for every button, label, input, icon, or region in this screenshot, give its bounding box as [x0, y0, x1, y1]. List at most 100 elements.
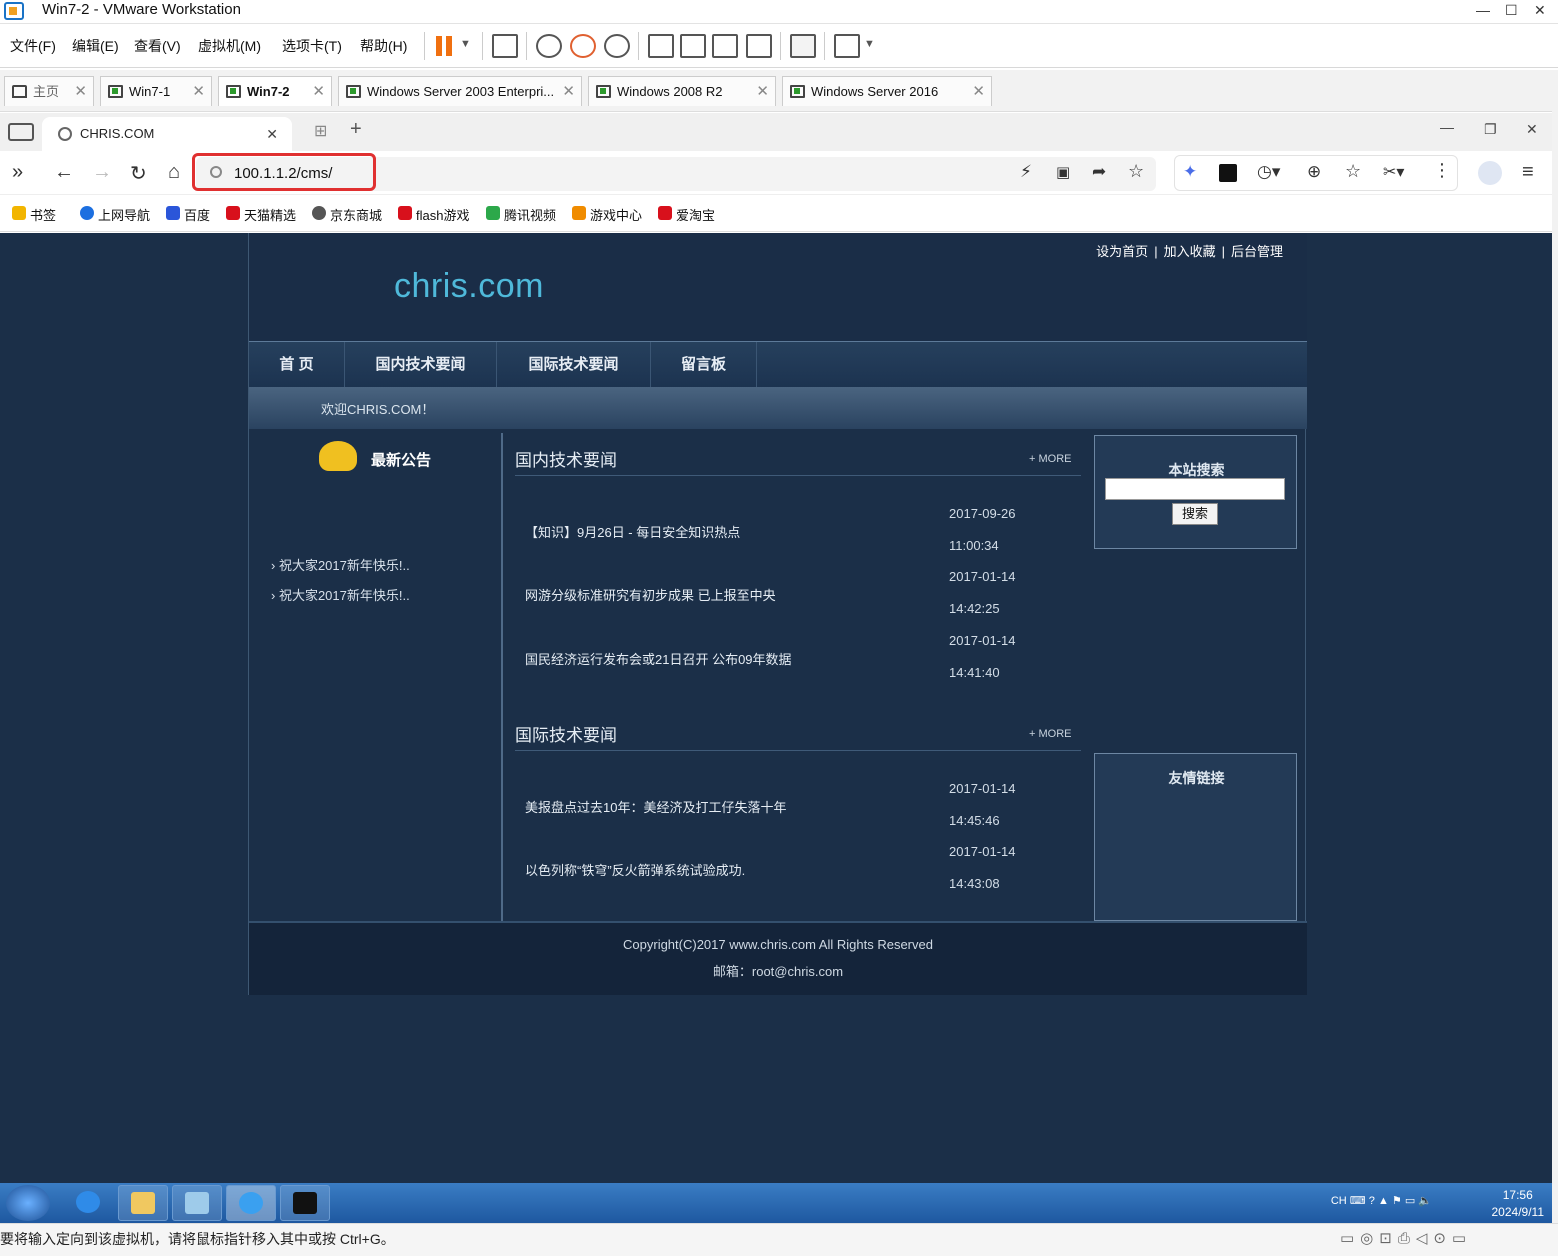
browser-tab[interactable]: CHRIS.COM ✕ [42, 117, 292, 151]
tab-home[interactable]: 主页 ✕ [4, 76, 94, 106]
library-icon[interactable] [648, 34, 674, 58]
set-home-link[interactable]: 设为首页 [1096, 244, 1148, 259]
taskbar-ie[interactable] [64, 1185, 114, 1221]
reader-icon[interactable]: ▣ [1056, 163, 1070, 181]
nav-international[interactable]: 国际技术要闻 [497, 342, 651, 388]
extension-icon[interactable] [1219, 164, 1237, 182]
help-icon[interactable]: ? [1369, 1195, 1375, 1207]
nav-home[interactable]: 首 页 [249, 342, 345, 388]
maximize-icon[interactable]: ☐ [1505, 2, 1518, 19]
history-icon[interactable]: ◷▾ [1257, 162, 1280, 182]
menu-icon[interactable]: ≡ [1522, 161, 1534, 184]
menu-vm[interactable]: 虚拟机(M) [198, 36, 261, 56]
news-item[interactable]: 国民经济运行发布会或21日召开 公布09年数据 [525, 649, 792, 668]
add-favorite-link[interactable]: 加入收藏 [1164, 244, 1216, 259]
double-chevron-icon[interactable]: » [12, 161, 23, 184]
close-tab-icon[interactable]: ✕ [972, 77, 985, 106]
search-input[interactable] [1105, 478, 1285, 500]
share-icon[interactable]: ➦ [1092, 162, 1106, 182]
admin-link[interactable]: 后台管理 [1231, 244, 1283, 259]
close-tab-icon[interactable]: ✕ [312, 77, 325, 106]
bookmark-item[interactable]: 书签 [12, 205, 56, 224]
taskbar-cmd[interactable] [280, 1185, 330, 1221]
nav-domestic[interactable]: 国内技术要闻 [345, 342, 497, 388]
sidebar-toggle-icon[interactable] [8, 123, 34, 141]
network-tray-icon[interactable]: ▭ [1405, 1195, 1415, 1207]
home-icon[interactable]: ⌂ [168, 161, 180, 184]
tab-list-icon[interactable]: ⊞ [314, 121, 327, 141]
minimize-icon[interactable]: — [1440, 119, 1454, 135]
tab-windows-2008-r2[interactable]: Windows 2008 R2 ✕ [588, 76, 776, 106]
stretch-icon[interactable] [834, 34, 860, 58]
minimize-icon[interactable]: — [1476, 2, 1490, 18]
revert-snapshot-icon[interactable] [570, 34, 596, 58]
new-tab-icon[interactable]: + [350, 118, 362, 141]
bookmark-item[interactable]: 游戏中心 [572, 205, 642, 224]
domestic-more-link[interactable]: + MORE [1029, 453, 1071, 465]
menu-view[interactable]: 查看(V) [134, 36, 181, 56]
bookmark-item[interactable]: 京东商城 [312, 205, 382, 224]
more-icon[interactable]: ⋮ [1433, 160, 1451, 181]
forward-icon[interactable]: → [92, 161, 112, 184]
close-tab-icon[interactable]: ✕ [192, 77, 205, 106]
unity-icon[interactable] [746, 34, 772, 58]
close-tab-icon[interactable]: ✕ [756, 77, 769, 106]
download-icon[interactable]: ⊕ [1307, 162, 1321, 182]
tab-win7-1[interactable]: Win7-1 ✕ [100, 76, 212, 106]
international-more-link[interactable]: + MORE [1029, 728, 1071, 740]
taskbar-browser[interactable] [226, 1185, 276, 1221]
close-icon[interactable]: ✕ [1534, 2, 1546, 19]
flag-icon[interactable]: ⚑ [1392, 1195, 1402, 1207]
fullscreen-icon[interactable] [712, 34, 738, 58]
bookmark-item[interactable]: 上网导航 [80, 205, 150, 224]
chevron-down-icon[interactable]: ▼ [864, 38, 875, 50]
nav-guestbook[interactable]: 留言板 [651, 342, 757, 388]
console-icon[interactable] [790, 34, 816, 58]
favorite-star-icon[interactable]: ☆ [1128, 161, 1144, 182]
pause-icon[interactable] [436, 36, 442, 56]
news-item[interactable]: 美报盘点过去10年：美经济及打工仔失落十年 [525, 797, 786, 816]
keyboard-icon[interactable]: ⌨ [1350, 1195, 1366, 1207]
show-hidden-icon[interactable]: ▲ [1378, 1195, 1389, 1207]
news-item[interactable]: 以色列称“铁穹”反火箭弹系统试验成功. [525, 860, 745, 879]
close-tab-icon[interactable]: ✕ [74, 77, 87, 106]
scrollbar[interactable] [1552, 70, 1558, 1223]
bookmark-item[interactable]: 爱淘宝 [658, 205, 715, 224]
avatar[interactable] [1478, 161, 1502, 185]
taskbar-control[interactable] [172, 1185, 222, 1221]
lightning-icon[interactable]: ⚡ [1020, 162, 1032, 182]
menu-tabs[interactable]: 选项卡(T) [282, 36, 342, 56]
news-item[interactable]: 网游分级标准研究有初步成果 已上报至中央 [525, 585, 776, 604]
announcement-item[interactable]: › 祝大家2017新年快乐!.. [271, 585, 410, 604]
ai-icon[interactable]: ✦ [1183, 162, 1197, 182]
news-item[interactable]: 【知识】9月26日 - 每日安全知识热点 [525, 522, 740, 541]
bookmark-item[interactable]: 腾讯视频 [486, 205, 556, 224]
menu-edit[interactable]: 编辑(E) [72, 36, 119, 56]
announcement-item[interactable]: › 祝大家2017新年快乐!.. [271, 555, 410, 574]
close-tab-icon[interactable]: ✕ [266, 117, 278, 151]
scissors-icon[interactable]: ✂▾ [1383, 162, 1404, 182]
back-icon[interactable]: ← [54, 161, 74, 184]
taskbar-explorer[interactable] [118, 1185, 168, 1221]
reload-icon[interactable]: ↻ [130, 161, 147, 186]
bookmark-item[interactable]: 天猫精选 [226, 205, 296, 224]
snapshot-icon[interactable] [536, 34, 562, 58]
tab-windows-server-2003[interactable]: Windows Server 2003 Enterpri... ✕ [338, 76, 582, 106]
tab-win7-2[interactable]: Win7-2 ✕ [218, 76, 332, 106]
menu-help[interactable]: 帮助(H) [360, 36, 407, 56]
chevron-down-icon[interactable]: ▼ [460, 38, 471, 50]
start-button[interactable] [6, 1185, 50, 1221]
restore-icon[interactable]: ❐ [1484, 121, 1497, 138]
bookmark-item[interactable]: 百度 [166, 205, 210, 224]
bookmark-item[interactable]: flash游戏 [398, 205, 469, 224]
ime-indicator[interactable]: CH [1331, 1195, 1347, 1207]
close-icon[interactable]: ✕ [1526, 121, 1538, 138]
snapshot-manager-icon[interactable] [604, 34, 630, 58]
clock[interactable]: 17:56 2024/9/11 [1492, 1187, 1545, 1221]
device-icons[interactable]: ▭◎⊡⎙◁⊙▭ [1340, 1224, 1472, 1254]
site-logo[interactable]: chris.com [394, 267, 544, 306]
thumbnail-icon[interactable] [680, 34, 706, 58]
search-button[interactable]: 搜索 [1172, 503, 1218, 525]
menu-file[interactable]: 文件(F) [10, 36, 56, 56]
close-tab-icon[interactable]: ✕ [562, 77, 575, 106]
